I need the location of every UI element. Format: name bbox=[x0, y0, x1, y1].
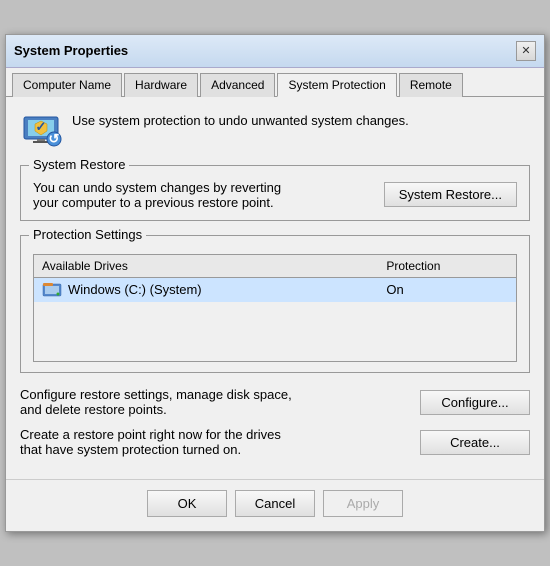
drive-name: Windows (C:) (System) bbox=[68, 282, 202, 297]
configure-description: Configure restore settings, manage disk … bbox=[20, 387, 300, 417]
system-properties-window: System Properties ✕ Computer Name Hardwa… bbox=[5, 34, 545, 533]
info-section: ✓ ↺ Use system protection to undo unwant… bbox=[20, 109, 530, 151]
svg-text:✓: ✓ bbox=[36, 119, 47, 134]
apply-button[interactable]: Apply bbox=[323, 490, 403, 517]
tab-advanced[interactable]: Advanced bbox=[200, 73, 275, 97]
drive-icon bbox=[42, 282, 62, 298]
create-description: Create a restore point right now for the… bbox=[20, 427, 300, 457]
table-row[interactable]: Windows (C:) (System) On bbox=[34, 277, 517, 302]
restore-description: You can undo system changes by reverting… bbox=[33, 180, 293, 210]
tab-remote[interactable]: Remote bbox=[399, 73, 463, 97]
system-restore-label: System Restore bbox=[29, 157, 129, 172]
tab-system-protection[interactable]: System Protection bbox=[277, 73, 396, 97]
svg-text:↺: ↺ bbox=[49, 131, 60, 146]
protection-status: On bbox=[378, 277, 516, 302]
restore-section: You can undo system changes by reverting… bbox=[33, 176, 517, 210]
protection-column-header: Protection bbox=[378, 254, 516, 277]
shield-icon: ✓ ↺ bbox=[20, 109, 62, 151]
system-restore-group: System Restore You can undo system chang… bbox=[20, 165, 530, 221]
window-title: System Properties bbox=[14, 43, 128, 58]
create-button[interactable]: Create... bbox=[420, 430, 530, 455]
tab-hardware[interactable]: Hardware bbox=[124, 73, 198, 97]
tab-bar: Computer Name Hardware Advanced System P… bbox=[6, 68, 544, 97]
title-bar: System Properties ✕ bbox=[6, 35, 544, 68]
create-row: Create a restore point right now for the… bbox=[20, 427, 530, 457]
configure-button[interactable]: Configure... bbox=[420, 390, 530, 415]
empty-row bbox=[34, 302, 517, 362]
tab-computer-name[interactable]: Computer Name bbox=[12, 73, 122, 97]
drives-table: Available Drives Protection bbox=[33, 254, 517, 363]
cancel-button[interactable]: Cancel bbox=[235, 490, 315, 517]
system-restore-button[interactable]: System Restore... bbox=[384, 182, 517, 207]
protection-settings-group: Protection Settings Available Drives Pro… bbox=[20, 235, 530, 374]
info-text: Use system protection to undo unwanted s… bbox=[72, 109, 409, 128]
protection-settings-label: Protection Settings bbox=[29, 227, 146, 242]
drives-column-header: Available Drives bbox=[34, 254, 379, 277]
ok-button[interactable]: OK bbox=[147, 490, 227, 517]
close-button[interactable]: ✕ bbox=[516, 41, 536, 61]
configure-row: Configure restore settings, manage disk … bbox=[20, 387, 530, 417]
dialog-footer: OK Cancel Apply bbox=[6, 479, 544, 531]
tab-content: ✓ ↺ Use system protection to undo unwant… bbox=[6, 97, 544, 480]
drive-cell: Windows (C:) (System) bbox=[34, 277, 379, 302]
